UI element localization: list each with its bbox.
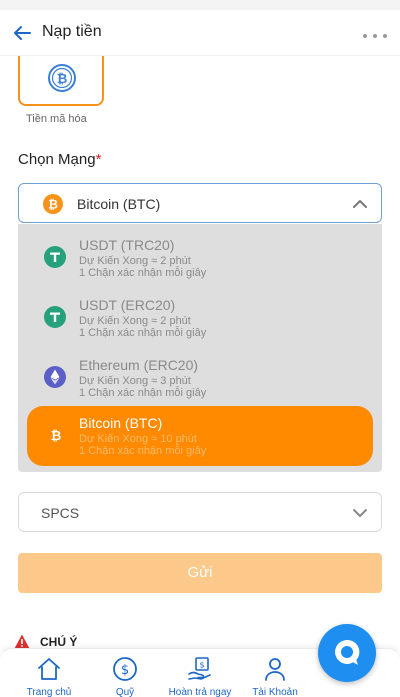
bitcoin-icon: ₿ [46, 62, 78, 94]
arrow-left-icon[interactable] [10, 21, 34, 45]
option-confirm: 1 Chặn xác nhận mỗi giây [79, 327, 207, 339]
network-option-ethereum[interactable]: Ethereum (ERC20) Dự Kiến Xong ≈ 3 phút 1… [18, 348, 382, 406]
ethereum-icon [44, 366, 66, 388]
option-name: USDT (TRC20) [79, 237, 175, 253]
bitcoin-icon: ₿ [43, 194, 63, 214]
notice-title: CHÚ Ý [40, 635, 78, 649]
chat-support-button[interactable] [318, 624, 376, 682]
option-confirm: 1 Chặn xác nhận mỗi giây [79, 267, 207, 279]
nav-label: Tài Khoản [252, 687, 298, 697]
network-option-bitcoin[interactable]: ₿ Bitcoin (BTC) Dự Kiến Xong ≈ 10 phút 1… [27, 406, 373, 466]
svg-text:$: $ [121, 663, 129, 678]
cash-hand-icon: $ [187, 656, 213, 682]
user-icon [262, 656, 288, 682]
option-name: USDT (ERC20) [79, 297, 176, 313]
network-label-text: Chọn Mạng [18, 151, 96, 168]
svg-text:₿: ₿ [51, 429, 62, 444]
status-strip [0, 0, 400, 10]
svg-text:₿: ₿ [57, 72, 68, 87]
svg-text:₿: ₿ [48, 198, 58, 212]
currency-select-value: SPCS [41, 505, 80, 521]
page-header: Nạp tiền [0, 10, 400, 56]
network-dropdown: USDT (TRC20) Dự Kiến Xong ≈ 2 phút 1 Chặ… [18, 224, 382, 472]
dollar-coin-icon: $ [112, 656, 138, 682]
payment-method-crypto[interactable]: ₿ [18, 56, 104, 106]
nav-item-account[interactable]: Tài Khoản [230, 649, 320, 697]
option-confirm: 1 Chặn xác nhận mỗi giây [79, 445, 207, 457]
option-eta: Dự Kiến Xong ≈ 3 phút [79, 375, 191, 387]
option-name: Ethereum (ERC20) [79, 357, 199, 373]
tether-icon [44, 246, 66, 268]
warning-icon [14, 634, 30, 649]
option-eta: Dự Kiến Xong ≈ 10 phút [79, 433, 197, 445]
option-confirm: 1 Chặn xác nhận mỗi giây [79, 387, 207, 399]
option-name: Bitcoin (BTC) [79, 415, 163, 431]
currency-select[interactable]: SPCS [18, 492, 382, 532]
network-label: Chọn Mạng* [18, 151, 101, 168]
home-icon [36, 656, 62, 682]
option-eta: Dự Kiến Xong ≈ 2 phút [79, 315, 191, 327]
network-select[interactable]: ₿ Bitcoin (BTC) [18, 183, 382, 223]
svg-text:$: $ [199, 661, 204, 670]
option-eta: Dự Kiến Xong ≈ 2 phút [79, 255, 191, 267]
network-select-value: Bitcoin (BTC) [77, 196, 161, 212]
submit-button[interactable]: Gửi [18, 553, 382, 593]
more-dots-icon[interactable] [360, 26, 390, 44]
payment-method-label: Tiền mã hóa [26, 113, 87, 125]
tether-icon [44, 306, 66, 328]
chat-bubble-icon [335, 639, 360, 665]
network-option-usdt-trc20[interactable]: USDT (TRC20) Dự Kiến Xong ≈ 2 phút 1 Chặ… [18, 228, 382, 286]
bitcoin-icon: ₿ [45, 424, 67, 446]
page-title: Nạp tiền [42, 23, 102, 40]
chevron-up-icon [351, 196, 369, 212]
required-mark: * [95, 151, 102, 168]
network-option-usdt-erc20[interactable]: USDT (ERC20) Dự Kiến Xong ≈ 2 phút 1 Chặ… [18, 288, 382, 346]
chevron-down-icon [351, 505, 369, 521]
